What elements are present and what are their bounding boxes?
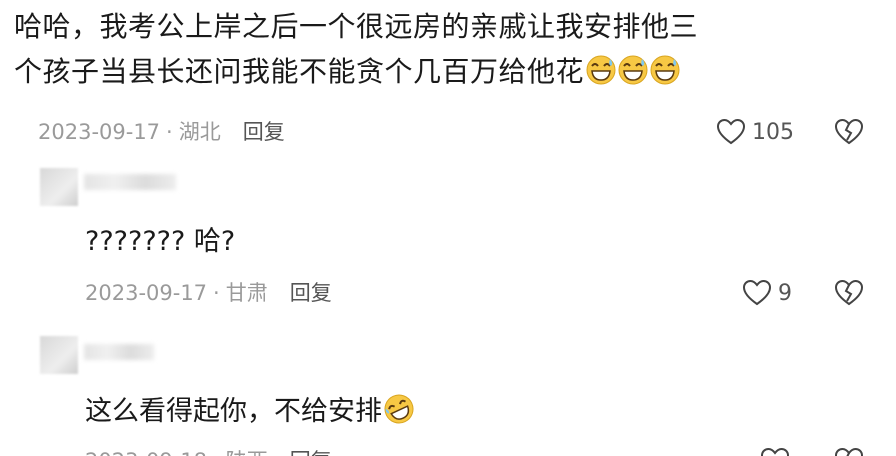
comment-1-line-2: 个孩子当县长还问我能不能贪个几百万给他花	[14, 49, 698, 94]
laughing-sweat-emoji-icon	[618, 55, 648, 85]
laughing-sweat-emoji-icon	[650, 55, 680, 85]
comment-2-location: 甘肃	[225, 281, 268, 305]
comment-1-line-1: 哈哈，我考公上岸之后一个很远房的亲戚让我安排他三	[14, 10, 699, 43]
comment-thread: 哈哈，我考公上岸之后一个很远房的亲戚让我安排他三 个孩子当县长还问我能不能贪个几…	[0, 0, 896, 456]
avatar[interactable]	[40, 168, 78, 206]
rofl-emoji-icon	[384, 394, 414, 424]
broken-heart-icon[interactable]	[834, 118, 864, 146]
broken-heart-icon[interactable]	[834, 447, 864, 456]
comment-3-reply-button[interactable]: 回复	[290, 449, 332, 456]
meta-separator: ·	[213, 281, 220, 305]
comment-2-reply-button[interactable]: 回复	[290, 281, 332, 305]
meta-separator: ·	[213, 449, 220, 456]
meta-separator: ·	[166, 120, 173, 144]
heart-icon	[716, 118, 746, 145]
comment-3-text-body: 这么看得起你，不给安排	[85, 396, 382, 427]
comment-1-location: 湖北	[178, 120, 221, 144]
comment-2-like-count: 9	[778, 280, 792, 306]
comment-3-meta: 2023-09-18 · 陕西 回复	[85, 446, 332, 456]
laughing-sweat-emoji-icon	[586, 55, 616, 85]
comment-1-date: 2023-09-17	[38, 120, 161, 144]
broken-heart-icon[interactable]	[834, 279, 864, 307]
comment-1-like-count: 105	[752, 119, 794, 145]
comment-2-date: 2023-09-17	[85, 281, 208, 305]
comment-2-like-button[interactable]: 9	[742, 279, 792, 307]
comment-3-date: 2023-09-18	[85, 449, 207, 456]
comment-1-like-button[interactable]: 105	[716, 118, 794, 146]
comment-1-reply-button[interactable]: 回复	[243, 120, 285, 144]
username-blurred[interactable]	[84, 344, 154, 360]
comment-1-meta: 2023-09-17 · 湖北 回复	[38, 117, 285, 147]
avatar[interactable]	[40, 336, 78, 374]
comment-2-meta: 2023-09-17 · 甘肃 回复	[85, 278, 332, 308]
comment-1-line-2-text: 个孩子当县长还问我能不能贪个几百万给他花	[14, 55, 585, 88]
username-blurred[interactable]	[84, 174, 176, 190]
comment-1-text: 哈哈，我考公上岸之后一个很远房的亲戚让我安排他三 个孩子当县长还问我能不能贪个几…	[14, 4, 698, 94]
comment-3-text: 这么看得起你，不给安排	[85, 392, 414, 432]
heart-icon	[742, 279, 772, 306]
comment-2-text: ??????? 哈?	[85, 226, 236, 257]
heart-icon[interactable]	[760, 447, 790, 456]
comment-3-location: 陕西	[226, 449, 268, 456]
